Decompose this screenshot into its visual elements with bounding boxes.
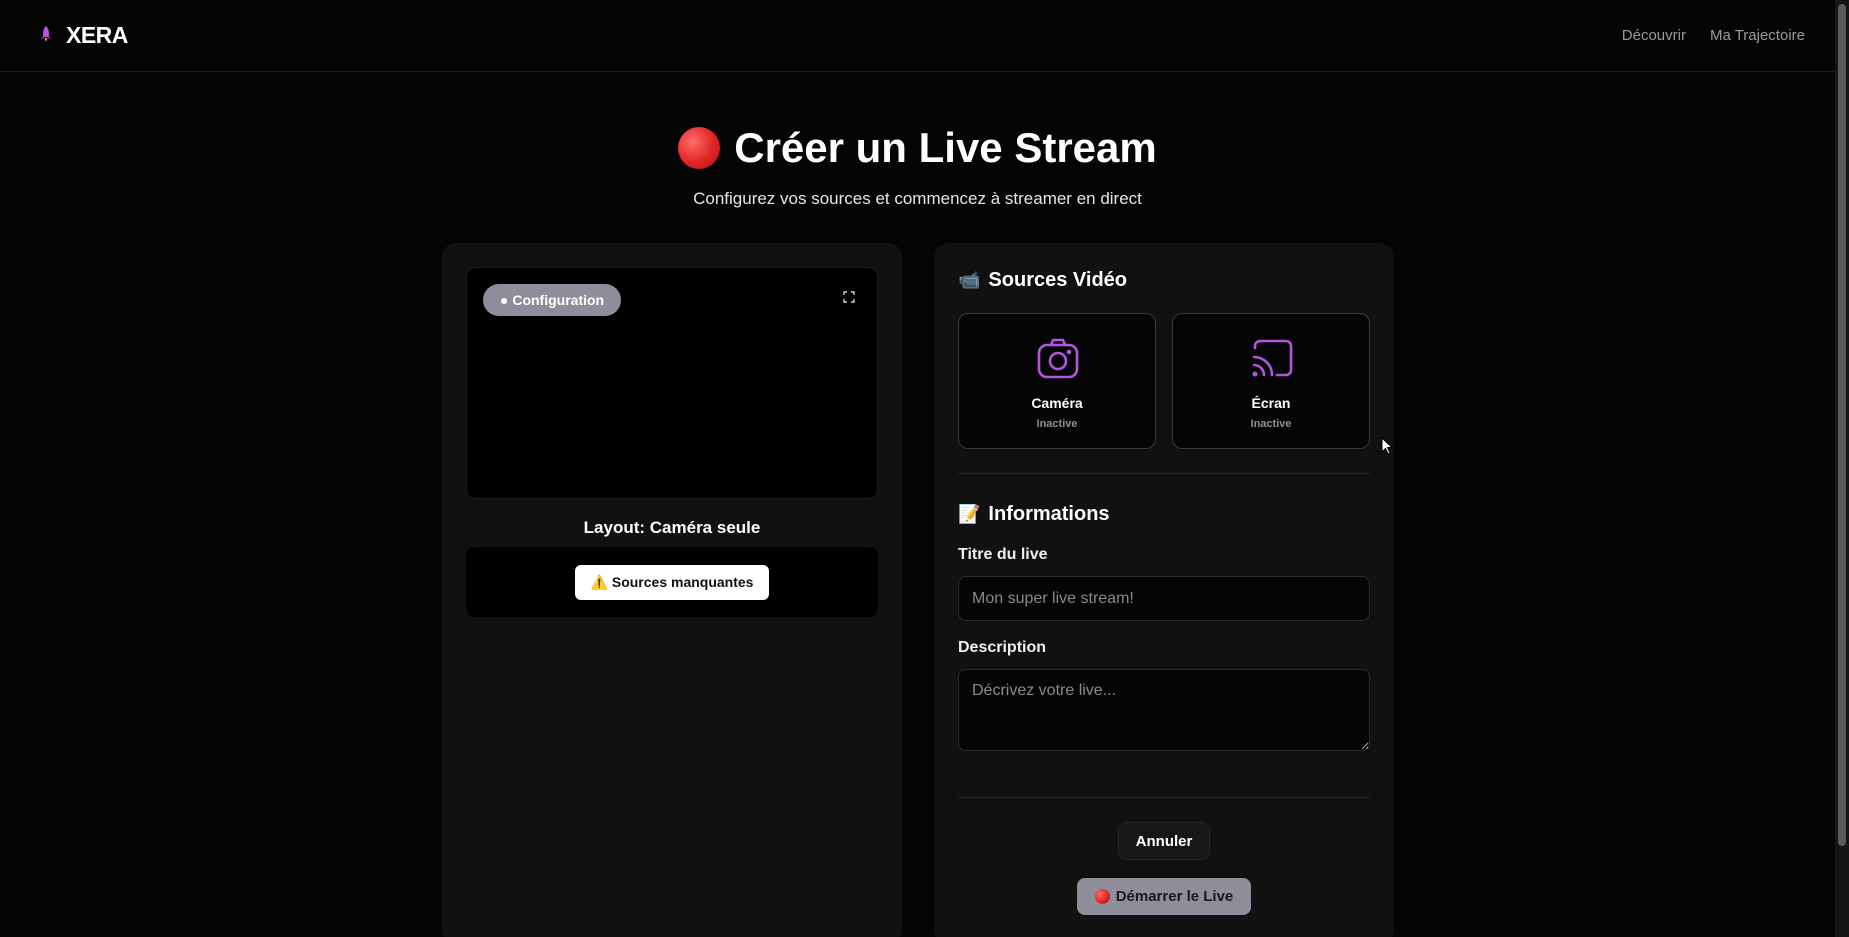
app-root: XERA Découvrir Ma Trajectoire Créer un L…: [0, 0, 1849, 937]
source-name-camera: Caméra: [1031, 395, 1083, 411]
video-camera-icon: 📹: [958, 270, 981, 290]
status-badge: ● Configuration: [483, 284, 622, 316]
source-state-screen: Inactive: [1250, 418, 1292, 430]
nav-link-ma-trajectoire[interactable]: Ma Trajectoire: [1710, 27, 1805, 44]
memo-icon: 📝: [958, 504, 981, 524]
brand[interactable]: XERA: [40, 22, 128, 49]
sources-title-text: Sources Vidéo: [988, 269, 1127, 291]
divider: [958, 797, 1370, 798]
info-title-text: Informations: [988, 503, 1110, 525]
scrollbar-thumb[interactable]: [1838, 4, 1846, 846]
source-status-box: ⚠️ Sources manquantes: [466, 547, 878, 617]
layout-label: Layout: Caméra seule: [583, 518, 761, 537]
sources-section-title: 📹 Sources Vidéo: [958, 269, 1127, 292]
cancel-button[interactable]: Annuler: [1118, 822, 1210, 860]
live-dot-icon: [1094, 889, 1110, 904]
page-title: Créer un Live Stream: [0, 124, 1835, 172]
config-panel: 📹 Sources Vidéo Caméra Inactive Écran In…: [934, 243, 1394, 937]
live-title-input[interactable]: [958, 576, 1370, 621]
live-dot-icon: [678, 127, 721, 169]
page-scrollbar[interactable]: [1835, 0, 1849, 937]
source-state-camera: Inactive: [1036, 418, 1078, 430]
fullscreen-icon[interactable]: [843, 290, 855, 303]
top-navbar: XERA Découvrir Ma Trajectoire: [0, 0, 1835, 72]
description-textarea[interactable]: [958, 669, 1370, 751]
info-section-title: 📝 Informations: [958, 503, 1110, 526]
rocket-icon: [40, 25, 52, 46]
source-name-screen: Écran: [1251, 395, 1291, 411]
description-field-label: Description: [958, 639, 1047, 656]
start-live-button[interactable]: Démarrer le Live: [1077, 878, 1251, 915]
source-card-camera[interactable]: Caméra Inactive: [958, 313, 1156, 449]
divider: [958, 473, 1370, 474]
mouse-cursor-icon: [1381, 436, 1394, 455]
title-field-label: Titre du live: [958, 546, 1048, 563]
page-subtitle: Configurez vos sources et commencez à st…: [693, 189, 1142, 208]
preview-panel: ● Configuration Layout: Caméra seule ⚠️ …: [442, 243, 902, 937]
start-live-label: Démarrer le Live: [1115, 888, 1234, 905]
missing-sources-button[interactable]: ⚠️ Sources manquantes: [574, 564, 770, 600]
source-card-screen[interactable]: Écran Inactive: [1172, 313, 1370, 449]
main-nav: Découvrir Ma Trajectoire: [1622, 27, 1805, 44]
page-title-text: Créer un Live Stream: [734, 124, 1157, 171]
camera-icon: [1035, 336, 1081, 382]
cast-screen-icon: [1249, 336, 1295, 382]
brand-name: XERA: [66, 22, 128, 48]
nav-link-decouvrir[interactable]: Découvrir: [1622, 27, 1686, 44]
video-preview: ● Configuration: [466, 267, 878, 499]
